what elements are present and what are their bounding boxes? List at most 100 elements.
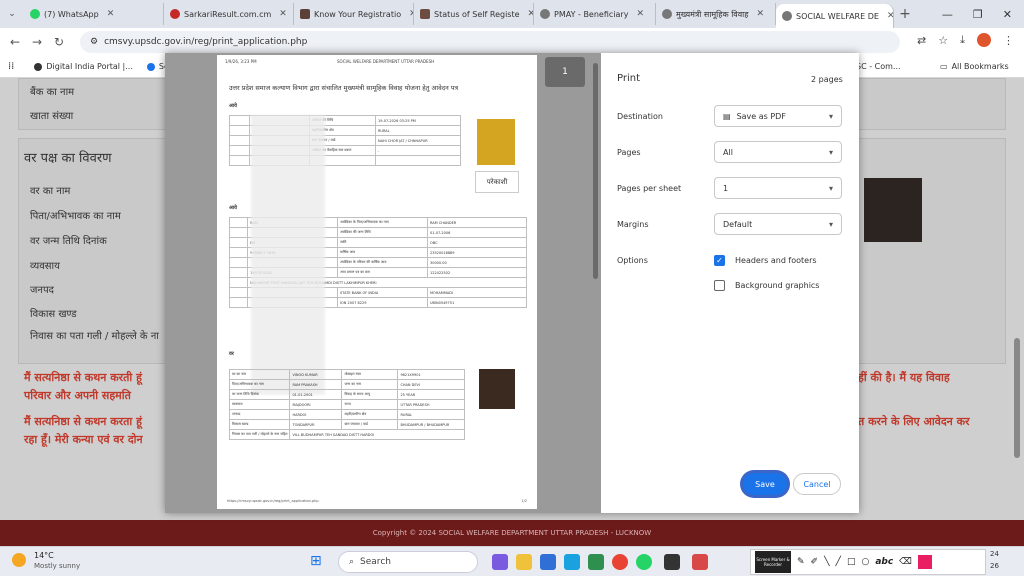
circle-icon[interactable]: ○ [861, 557, 869, 567]
cell: 01-07-2006 [427, 227, 527, 238]
cell: UTTAR PRADESH [397, 399, 465, 410]
groom-section-title: वर पक्ष का विवरण [24, 151, 112, 166]
bookmark-label: Digital India Portal |... [46, 62, 133, 71]
folder-icon: ▭ [940, 62, 948, 71]
pen-icon[interactable]: ✎ [797, 557, 805, 567]
site-info-icon[interactable]: ⚙ [90, 37, 98, 47]
app-icon[interactable] [564, 554, 580, 570]
cell: RURAL [397, 409, 465, 420]
preview-scrollbar[interactable] [593, 63, 598, 279]
tab-label: Status of Self Registe [434, 9, 520, 19]
address-label: निवास का पता गली / मोहल्ले के ना [30, 331, 159, 342]
marker-icon[interactable]: ✐ [811, 557, 819, 567]
menu-icon[interactable]: ⋮ [1003, 34, 1014, 47]
app-icon[interactable] [540, 554, 556, 570]
tab-search-icon[interactable]: ⌄ [0, 9, 24, 19]
cell: VILL BUDHAMPUR TEH SANDAD DISTT HARDOI [289, 429, 465, 440]
weather-icon[interactable] [12, 553, 26, 567]
text-tool-icon[interactable]: abc [875, 557, 893, 567]
bookmark-digital-india[interactable]: Digital India Portal |... [34, 62, 133, 71]
site-icon [170, 9, 180, 19]
cancel-button[interactable]: Cancel [793, 473, 841, 495]
windows-start-icon[interactable]: ⊞ [310, 553, 322, 569]
tab-sarkari[interactable]: SarkariResult.com.cm ✕ [164, 3, 294, 25]
taskbar-search[interactable]: ⌕ Search [338, 551, 478, 573]
screen-marker-logo: Screen Marker & Recorder [755, 551, 791, 573]
tab-strip: ⌄ (7) WhatsApp ✕ SarkariResult.com.cm ✕ Kn… [0, 0, 1024, 28]
tab-know-registration[interactable]: Know Your Registratio✕ [294, 3, 414, 25]
pages-select[interactable]: All ▾ [714, 141, 842, 163]
cell: विकास खण्ड [228, 419, 291, 430]
close-icon[interactable]: ✕ [887, 11, 893, 21]
line-icon[interactable]: ╲ [824, 557, 829, 567]
whatsapp-icon[interactable] [636, 554, 652, 570]
url-field[interactable]: ⚙ cmsvy.upsdc.gov.in/reg/print_applicati… [80, 31, 900, 53]
close-icon[interactable]: ✕ [107, 9, 115, 19]
cell: जनपद [228, 409, 291, 420]
bookmark-sc-com[interactable]: SC - Com... [856, 62, 901, 71]
cell: वर जन्म तिथि दिनांक [228, 389, 291, 400]
cell: - [375, 145, 461, 156]
file-explorer-icon[interactable] [516, 554, 532, 570]
signature-image: परेकाशी [475, 171, 519, 193]
tab-status-self-registration[interactable]: Status of Self Registe✕ [414, 3, 534, 25]
tab-pmay[interactable]: PMAY - Beneficiary ✕ [534, 3, 656, 25]
profile-avatar[interactable] [977, 33, 991, 47]
page-scrollbar[interactable] [1014, 338, 1020, 458]
margins-select[interactable]: Default ▾ [714, 213, 842, 235]
cell: MAJDOORI [289, 399, 343, 410]
headers-footers-checkbox[interactable]: ✓ [714, 255, 725, 266]
save-button[interactable]: Save [743, 473, 787, 495]
all-bookmarks[interactable]: ▭ All Bookmarks [940, 62, 1009, 71]
preview-footer-url: https://cmsvy.upsdc.gov.in/reg/print_app… [227, 499, 319, 503]
close-icon[interactable]: ✕ [756, 9, 764, 19]
close-icon[interactable]: ✕ [636, 9, 644, 19]
all-bookmarks-label: All Bookmarks [951, 62, 1009, 71]
back-icon[interactable]: ← [4, 35, 26, 49]
tab-social-welfare[interactable]: SOCIAL WELFARE DE ✕ [776, 4, 894, 28]
page-thumbnail-indicator[interactable]: 1 [545, 57, 585, 87]
forward-icon[interactable]: → [26, 35, 48, 49]
margins-value: Default [723, 219, 753, 229]
account-number-label: खाता संख्या [30, 111, 74, 122]
app-icon[interactable] [588, 554, 604, 570]
restore-icon[interactable]: ❐ [973, 8, 983, 21]
site-icon [420, 9, 430, 19]
app-icon[interactable] [692, 554, 708, 570]
tab-samuhik-vivah[interactable]: मुख्यमंत्री सामूहिक विवाह ✕ [656, 3, 776, 25]
translate-icon[interactable]: ⇄ [917, 34, 926, 47]
father-name-label: पिता/अभिभावक का नाम [30, 211, 121, 222]
close-icon[interactable]: ✕ [279, 9, 287, 19]
globe-icon [782, 11, 792, 21]
close-window-icon[interactable]: ✕ [1003, 8, 1012, 21]
occupation-label: व्यवसाय [30, 261, 60, 272]
declaration-2-text: मैं सत्यनिष्ठा से कथन करता हूं [24, 415, 142, 428]
groom-name-label: वर का नाम [30, 186, 71, 197]
rectangle-icon[interactable]: □ [847, 557, 856, 567]
cell: CHAN DEVI [397, 379, 465, 390]
preview-header-date: 1/9/26, 3:23 PM [225, 59, 257, 64]
url-text: cmsvy.upsdc.gov.in/reg/print_application… [104, 37, 308, 47]
cell: NAHI CHOR JAT / CHNHAPUR [375, 135, 461, 146]
destination-select[interactable]: ▤ Save as PDF ▾ [714, 105, 842, 127]
app-icon[interactable] [664, 554, 680, 570]
pages-per-sheet-select[interactable]: 1 ▾ [714, 177, 842, 199]
download-icon[interactable]: ⤓ [960, 33, 965, 47]
chrome-icon[interactable] [612, 554, 628, 570]
new-tab-button[interactable]: + [894, 6, 916, 22]
minimize-icon[interactable]: — [942, 8, 953, 21]
bookmark-star-icon[interactable]: ☆ [938, 34, 948, 47]
apps-icon[interactable]: ⁞⁞ [8, 61, 14, 72]
color-swatch[interactable] [917, 555, 932, 569]
reload-icon[interactable]: ↻ [48, 35, 70, 49]
background-graphics-checkbox[interactable] [714, 280, 725, 291]
brush-icon[interactable]: ╱ [836, 557, 841, 567]
tab-whatsapp[interactable]: (7) WhatsApp ✕ [24, 3, 164, 25]
search-label: Search [360, 557, 391, 567]
eraser-icon[interactable]: ⌫ [899, 557, 912, 567]
app-icon[interactable] [492, 554, 508, 570]
cancel-label: Cancel [803, 479, 831, 489]
cell: मोबाइल नंबर [341, 369, 399, 380]
groom-details-table: वर का नाम VINOD KUMAR मोबाइल नंबर 9621X9901… [228, 369, 465, 440]
cell: विवाह के समय आयु [341, 389, 399, 400]
